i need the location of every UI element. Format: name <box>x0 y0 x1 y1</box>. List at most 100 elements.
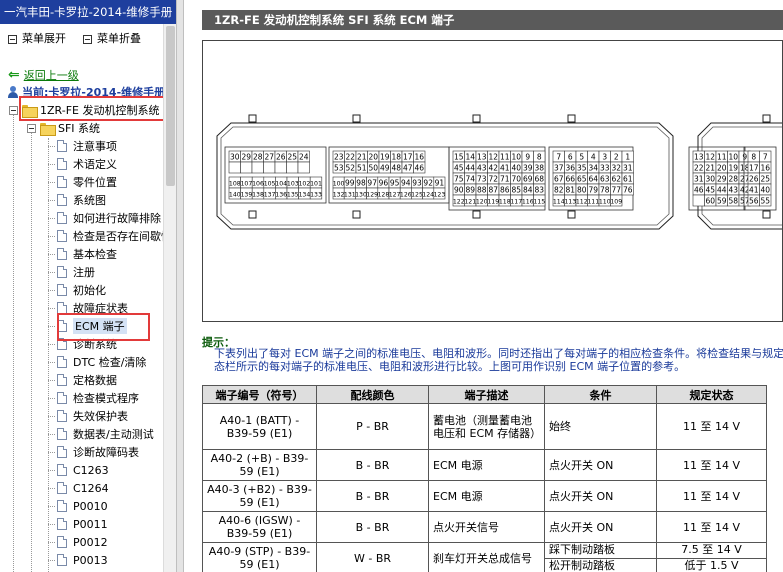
terminal-pin-number: 72 <box>488 174 498 183</box>
tree-node-engine-control[interactable]: 1ZR-FE 发动机控制系统 <box>9 102 159 118</box>
document-icon <box>57 176 67 188</box>
column-header: 配线颜色 <box>316 385 429 404</box>
sidebar-item[interactable]: 诊断系统 <box>48 336 117 352</box>
condition-cell: 点火开关 ON <box>544 480 657 512</box>
pane-splitter[interactable] <box>176 0 184 572</box>
sidebar-item[interactable]: C1264 <box>48 480 109 496</box>
sidebar-item[interactable]: P0012 <box>48 534 108 550</box>
sidebar-item[interactable]: 故障症状表 <box>48 300 128 316</box>
tree-branch-line <box>48 559 55 561</box>
sidebar-item-label: P0010 <box>73 499 108 513</box>
terminal-pin-number: 20 <box>717 163 727 172</box>
spec-value: 7.5 至 14 V <box>681 543 742 556</box>
sidebar-item[interactable]: 数据表/主动测试 <box>48 426 154 442</box>
sidebar-item[interactable]: 检查是否存在间歇性故障 <box>48 228 176 244</box>
terminal-pin-number: 84 <box>523 185 533 194</box>
document-icon <box>57 230 67 242</box>
terminal-pin-number: 45 <box>705 185 715 194</box>
collapse-all-button[interactable]: 菜单折叠 <box>83 32 141 46</box>
collapse-node-icon[interactable] <box>9 105 18 115</box>
current-manual-link[interactable]: 当前:卡罗拉-2014-维修手册 <box>8 84 165 100</box>
tree-branch-line <box>48 145 55 147</box>
back-arrow-icon: ⇐ <box>8 67 20 83</box>
terminal-pin <box>228 161 241 174</box>
document-icon <box>57 428 67 440</box>
back-link[interactable]: ⇐ 返回上一级 <box>8 67 79 83</box>
terminal-cell: A40-6 (IGSW) - B39-59 (E1) <box>202 511 317 543</box>
terminal-pin-number: 27 <box>264 152 274 161</box>
sidebar-item[interactable]: P0011 <box>48 516 108 532</box>
sidebar-scrollbar[interactable] <box>163 24 176 572</box>
terminal-pin-number: 90 <box>454 185 464 194</box>
sidebar-item-label: DTC 检查/清除 <box>73 356 147 369</box>
tree-node-sfi-system[interactable]: SFI 系统 <box>27 120 100 136</box>
sidebar-item[interactable]: ECM 端子 <box>48 318 127 334</box>
sidebar-item-label: 系统图 <box>73 194 106 207</box>
sidebar-item[interactable]: 术语定义 <box>48 156 117 172</box>
sidebar-item[interactable]: 初始化 <box>48 282 106 298</box>
terminal-description-cell: 点火开关信号 <box>428 511 545 543</box>
terminal-pin-number: 78 <box>600 185 610 194</box>
terminal-pin-number: 112 <box>576 198 588 205</box>
sidebar-item[interactable]: P0013 <box>48 552 108 568</box>
terminal-pin-number: 80 <box>577 185 587 194</box>
connector-latch <box>248 210 257 219</box>
sidebar-item-label: 如何进行故障排除 <box>73 212 161 225</box>
terminal-pin-number: 41 <box>749 185 759 194</box>
spec-cell: 7.5 至 14 V 低于 1.5 V <box>656 542 767 572</box>
terminal-pin-number: 38 <box>534 163 544 172</box>
sidebar-scrollbar-thumb[interactable] <box>166 26 175 186</box>
terminal-pin-number: 130 <box>355 191 367 198</box>
terminal-pin-number: 70 <box>511 174 521 183</box>
tree-branch-line <box>48 235 55 237</box>
terminal-pin-number: 13 <box>477 152 487 161</box>
terminal-pin-number: 95 <box>390 178 400 187</box>
sidebar-item[interactable]: P0010 <box>48 498 108 514</box>
sidebar-item[interactable]: 诊断故障码表 <box>48 444 139 460</box>
collapse-node-icon[interactable] <box>27 123 36 133</box>
terminal-pin-number: 9 <box>742 152 747 161</box>
sidebar-item[interactable]: 基本检查 <box>48 246 117 262</box>
tree-branch-line <box>48 505 55 507</box>
terminal-pin-number: 22 <box>345 152 355 161</box>
terminal-pin-number: 128 <box>377 191 389 198</box>
condition-cell: 点火开关 ON <box>544 511 657 543</box>
sidebar-item[interactable]: 零件位置 <box>48 174 117 190</box>
sidebar-item[interactable]: 检查模式程序 <box>48 390 139 406</box>
sidebar-item[interactable]: C1263 <box>48 462 109 478</box>
tip-line: 下表列出了每对 ECM 端子之间的标准电压、电阻和波形。同时还指出了每对端子的相… <box>214 347 783 360</box>
sidebar-item[interactable]: 注册 <box>48 264 95 280</box>
terminal-pin-number: 140 <box>229 191 241 198</box>
terminal-pin-number: 25 <box>760 174 770 183</box>
terminal-pin-number: 11 <box>717 152 727 161</box>
sidebar-item[interactable]: 定格数据 <box>48 372 117 388</box>
terminal-pin-number: 76 <box>623 185 633 194</box>
terminal-pin-number: 10 <box>728 152 738 161</box>
sidebar-item[interactable]: DTC 检查/清除 <box>48 354 146 370</box>
terminal-description-cell: ECM 电源 <box>428 480 545 512</box>
table-row: A40-6 (IGSW) - B39-59 (E1) B - BR 点火开关信号 点火… <box>202 511 767 543</box>
terminal-pin-number: 8 <box>751 152 756 161</box>
table-row: A40-1 (BATT) - B39-59 (E1) P - BR 蓄电池（测量蓄电… <box>202 403 767 450</box>
terminal-pin-number: 62 <box>611 174 621 183</box>
terminal-pin-number: 83 <box>534 185 544 194</box>
terminal-pin-number: 65 <box>577 174 587 183</box>
sidebar-item[interactable]: 系统图 <box>48 192 106 208</box>
terminal-pin-number: 108 <box>229 180 241 187</box>
terminal-pin-number: 88 <box>477 185 487 194</box>
terminal-pin-number: 29 <box>717 174 727 183</box>
condition-cell: 始终 <box>544 403 657 450</box>
document-icon <box>57 338 67 350</box>
sidebar-item[interactable]: 注意事项 <box>48 138 117 154</box>
terminal-pin-number: 63 <box>600 174 610 183</box>
terminal-pin-number: 119 <box>487 198 499 205</box>
sidebar-item[interactable]: 如何进行故障排除 <box>48 210 161 226</box>
document-icon <box>57 518 67 530</box>
expand-all-label: 菜单展开 <box>22 32 66 45</box>
expand-all-button[interactable]: 菜单展开 <box>8 32 66 46</box>
terminal-pin-number: 131 <box>344 191 356 198</box>
terminal-pin-number: 49 <box>380 163 390 172</box>
sidebar-item-label: 注意事项 <box>73 140 117 153</box>
sidebar-item[interactable]: 失效保护表 <box>48 408 128 424</box>
terminal-pin-number: 115 <box>533 198 545 205</box>
